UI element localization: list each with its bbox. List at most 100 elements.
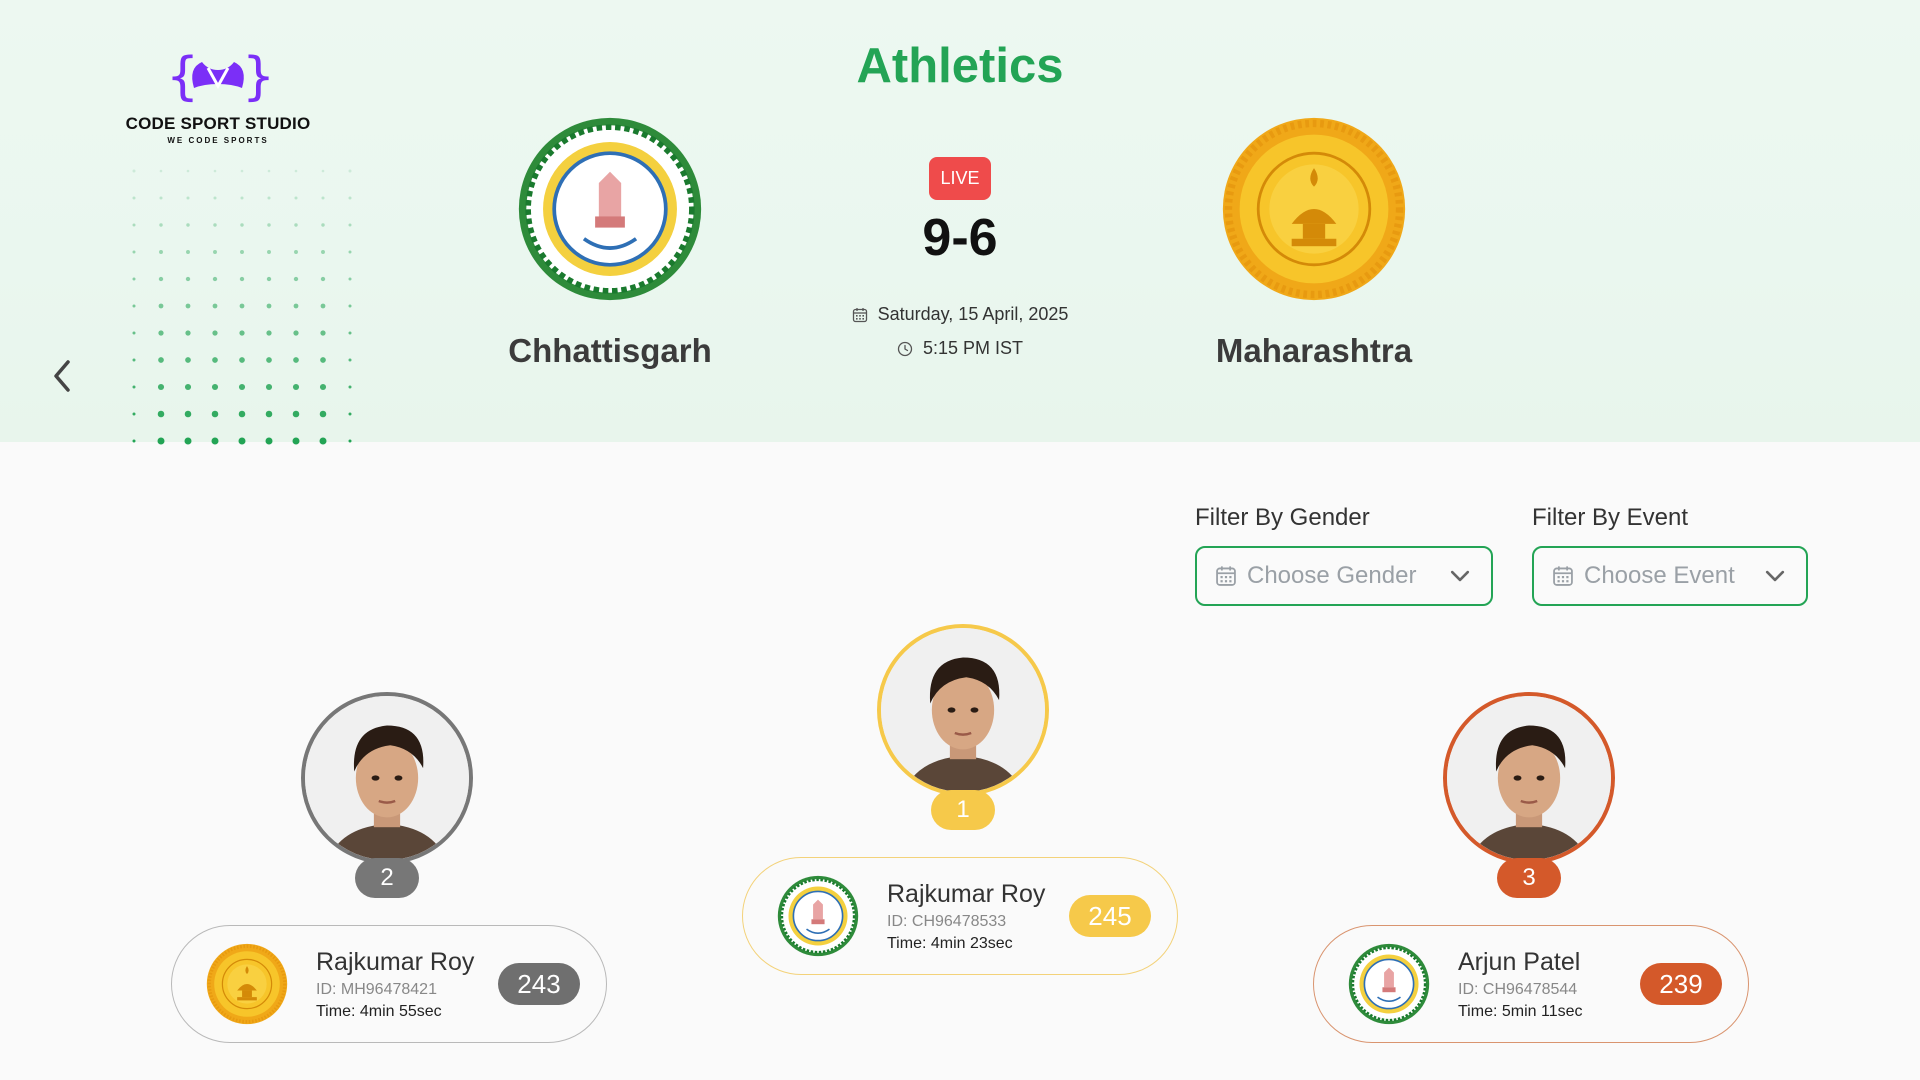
decorative-dot [293,330,299,336]
decorative-dot [348,196,352,200]
maharashtra-emblem-icon [206,943,288,1025]
podium-avatar-rank-1[interactable]: 1 [877,624,1049,830]
athlete-name: Rajkumar Roy [887,879,1046,908]
gender-filter: Filter By Gender Choose Gender [1195,504,1493,606]
athlete-time: Time: 4min 55sec [316,1002,442,1020]
away-team[interactable]: Maharashtra [1184,116,1444,370]
back-arrow-icon[interactable] [44,356,80,396]
decorative-dot [132,277,136,281]
decorative-dot [186,196,190,200]
decorative-dot [321,169,325,173]
decorative-dot [294,196,298,200]
podium-card-rank-3[interactable]: Arjun Patel ID: CH96478544 Time: 5min 11… [1313,925,1749,1043]
decorative-dot [238,437,246,445]
event-filter: Filter By Event Choose Event [1532,504,1808,606]
gender-select[interactable]: Choose Gender [1195,546,1493,606]
decorative-dot [158,330,164,336]
decorative-dot [294,169,298,173]
decorative-dot [348,331,352,335]
decorative-dot [265,437,273,445]
decorative-dot [292,410,300,418]
decorative-dot [132,412,136,416]
match-time-text: 5:15 PM IST [922,338,1024,358]
match-date: Saturday, 15 April, 2025 [0,304,1920,325]
podium-avatar-rank-3[interactable]: 3 [1443,692,1615,898]
decorative-dot [292,383,300,391]
decorative-dot [267,196,271,200]
decorative-dot [157,410,165,418]
athlete-time: Time: 4min 23sec [887,934,1013,952]
decorative-dot [159,169,163,173]
rank-badge: 1 [931,790,995,830]
decorative-dot [213,169,217,173]
decorative-dot [132,385,136,389]
event-select-placeholder: Choose Event [1584,562,1735,589]
away-team-name: Maharashtra [1215,332,1413,369]
event-filter-label: Filter By Event [1532,504,1689,531]
decorative-dot [320,330,326,336]
decorative-dot [212,330,218,336]
decorative-dot [266,330,272,336]
decorative-dot [132,331,136,335]
decorative-dot [132,196,136,200]
decorative-dot [211,437,219,445]
match-score: 9-6 [922,209,998,267]
decorative-dot [157,383,165,391]
podium-card-rank-1[interactable]: Rajkumar Roy ID: CH96478533 Time: 4min 2… [742,857,1178,975]
decorative-dot [239,276,245,282]
athlete-id: ID: CH96478544 [1458,980,1578,998]
decorative-dot [211,410,219,418]
chhattisgarh-emblem-icon [777,875,859,957]
decorative-dot [319,383,327,391]
chevron-down-icon [1762,563,1788,589]
decorative-dot [132,439,136,443]
chevron-down-icon [1447,563,1473,589]
event-title: Athletics [856,39,1064,93]
decorative-dot [348,169,352,173]
chhattisgarh-emblem-icon [1348,943,1430,1025]
decorative-dot [319,437,327,445]
decorative-dot [293,276,299,282]
gender-filter-label: Filter By Gender [1195,504,1370,531]
podium-card-rank-2[interactable]: Rajkumar Roy ID: MH96478421 Time: 4min 5… [171,925,607,1043]
athlete-name: Arjun Patel [1458,947,1581,976]
decorative-dot [184,410,192,418]
decorative-dot [238,383,246,391]
athlete-score: 243 [498,963,580,1005]
decorative-dot [240,169,244,173]
decorative-dot [319,410,327,418]
decorative-dot [267,169,271,173]
decorative-dot [348,412,352,416]
athlete-score: 239 [1640,963,1722,1005]
brand-tagline: WE CODE SPORTS [167,136,269,145]
decorative-dot [321,196,325,200]
decorative-dot [265,383,273,391]
rank-badge: 2 [355,858,419,898]
calendar-icon [1215,565,1237,587]
athlete-time: Time: 5min 11sec [1458,1002,1583,1020]
decorative-dot [132,169,136,173]
podium-avatar-rank-2[interactable]: 2 [301,692,473,898]
decorative-dot [238,410,246,418]
decorative-dot [184,437,192,445]
maharashtra-emblem-icon [1221,116,1407,302]
calendar-icon [1552,565,1574,587]
match-time: 5:15 PM IST [0,338,1920,359]
decorative-dot [185,330,191,336]
decorative-dot [320,276,326,282]
match-header: { } CODE SPORT STUDIO WE CODE SPORTS Ath… [0,0,1920,445]
athlete-score: 245 [1069,895,1151,937]
avatar [301,692,473,864]
decorative-dot [348,439,352,443]
decorative-dot [240,196,244,200]
decorative-dot [292,437,300,445]
match-date-text: Saturday, 15 April, 2025 [877,304,1069,324]
athlete-id: ID: MH96478421 [316,980,437,998]
decorative-dot [157,437,165,445]
calendar-icon [852,307,868,323]
avatar [1443,692,1615,864]
decorative-dot [348,277,352,281]
event-select[interactable]: Choose Event [1532,546,1808,606]
decorative-dot [186,169,190,173]
avatar [877,624,1049,796]
